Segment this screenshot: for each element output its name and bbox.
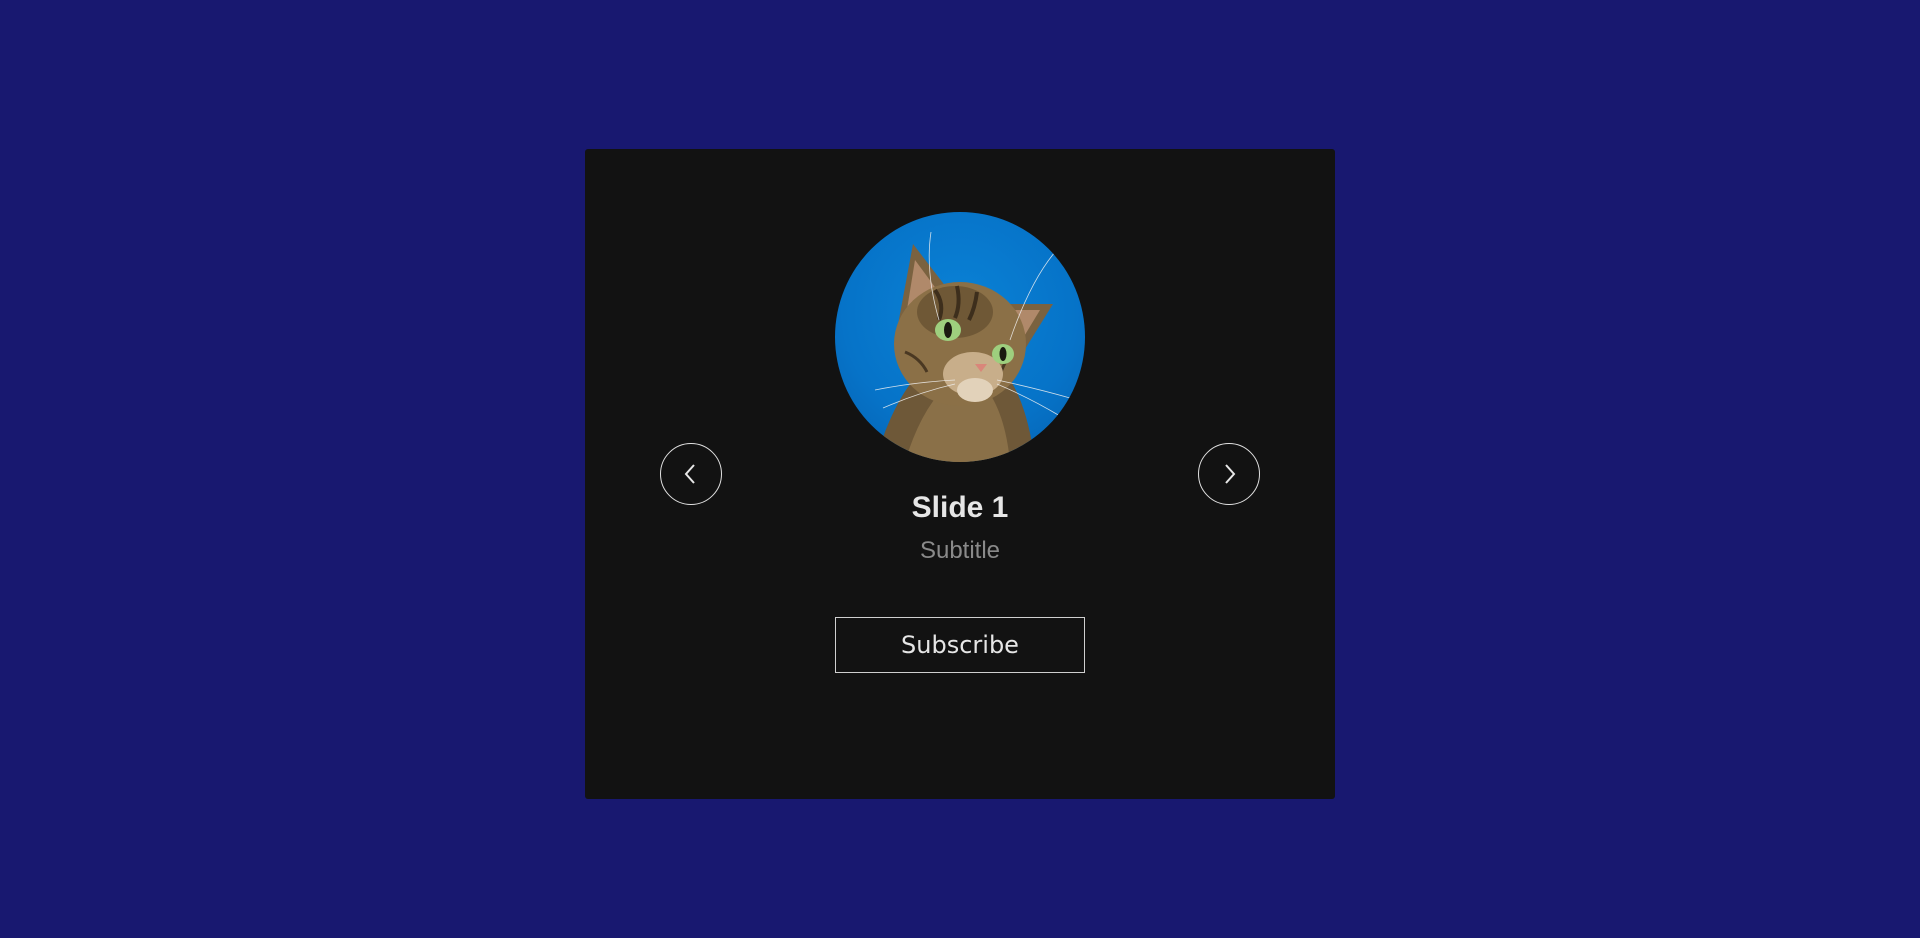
slider-card: Slide 1 Subtitle Subscribe [585, 149, 1335, 799]
subscribe-button[interactable]: Subscribe [835, 617, 1085, 673]
page-background: Slide 1 Subtitle Subscribe [0, 0, 1920, 938]
chevron-right-icon [1225, 464, 1236, 484]
slide-image [835, 212, 1085, 462]
slide-title: Slide 1 [911, 491, 1009, 524]
slide-subtitle: Subtitle [919, 537, 1001, 564]
chevron-left-icon [684, 464, 695, 484]
